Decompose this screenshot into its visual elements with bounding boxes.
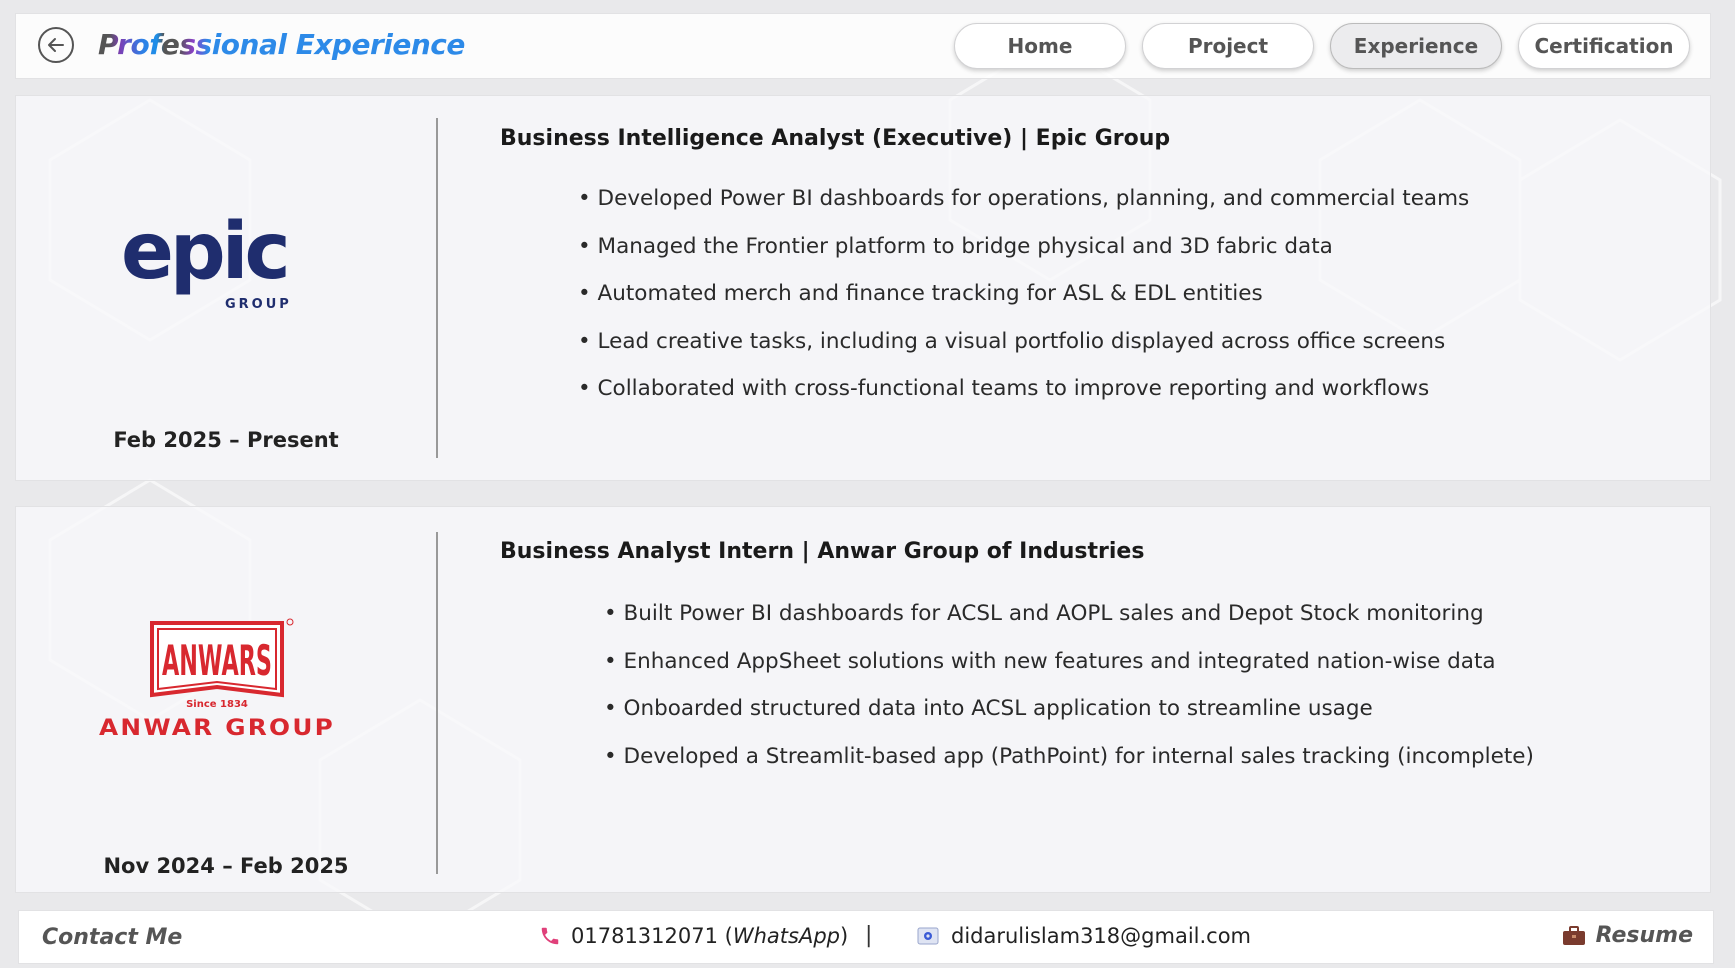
- contact-label: Contact Me: [42, 925, 183, 950]
- phone-icon: [541, 927, 559, 945]
- page-title: Professional Experience: [98, 28, 465, 61]
- list-item: Developed Power BI dashboards for operat…: [578, 184, 1470, 232]
- email-contact[interactable]: didarulislam318@gmail.com: [917, 924, 1251, 948]
- divider: [436, 118, 438, 458]
- responsibility-list: Built Power BI dashboards for ACSL and A…: [604, 599, 1534, 789]
- svg-text:ANWARS: ANWARS: [162, 636, 272, 685]
- nav-project-button[interactable]: Project: [1142, 23, 1314, 69]
- header-bar: Professional Experience Home Project Exp…: [15, 13, 1711, 79]
- phone-note: WhatsApp: [732, 924, 841, 948]
- separator: |: [865, 923, 873, 948]
- resume-label: Resume: [1595, 923, 1693, 948]
- experience-date: Nov 2024 – Feb 2025: [103, 854, 349, 878]
- contact-footer: Contact Me 01781312071 (WhatsApp) | dida…: [18, 910, 1714, 964]
- phone-number: 01781312071: [571, 924, 718, 948]
- experience-card-anwar: ANWARS Since 1834 ANWAR GROUP Nov 2024 –…: [15, 506, 1711, 893]
- phone-contact[interactable]: 01781312071 (WhatsApp): [539, 924, 848, 948]
- list-item: Enhanced AppSheet solutions with new fea…: [604, 647, 1534, 695]
- job-title: Business Analyst Intern | Anwar Group of…: [500, 539, 1145, 564]
- responsibility-list: Developed Power BI dashboards for operat…: [578, 184, 1470, 422]
- nav-home-button[interactable]: Home: [954, 23, 1126, 69]
- list-item: Collaborated with cross-functional teams…: [578, 374, 1469, 422]
- briefcase-icon: [1562, 925, 1585, 945]
- divider: [436, 532, 438, 874]
- email-icon: [917, 927, 939, 945]
- experience-card-epic: epic GROUP Feb 2025 – Present Business I…: [15, 95, 1711, 481]
- svg-text:ANWAR GROUP: ANWAR GROUP: [99, 716, 335, 741]
- nav-bar: Home Project Experience Certification: [954, 23, 1690, 69]
- job-title: Business Intelligence Analyst (Executive…: [500, 126, 1171, 151]
- email-address: didarulislam318@gmail.com: [951, 924, 1252, 948]
- svg-text:Since 1834: Since 1834: [186, 699, 248, 710]
- svg-text:epic: epic: [121, 216, 287, 297]
- list-item: Onboarded structured data into ACSL appl…: [604, 694, 1534, 742]
- anwar-group-logo: ANWARS Since 1834 ANWAR GROUP: [92, 617, 342, 751]
- experience-date: Feb 2025 – Present: [113, 428, 339, 452]
- list-item: Lead creative tasks, including a visual …: [578, 327, 1469, 375]
- resume-button[interactable]: Resume: [1562, 923, 1693, 948]
- nav-certification-button[interactable]: Certification: [1518, 23, 1690, 69]
- list-item: Built Power BI dashboards for ACSL and A…: [604, 599, 1534, 647]
- arrow-left-circle-icon: [48, 38, 64, 52]
- nav-experience-button[interactable]: Experience: [1330, 23, 1502, 69]
- list-item: Automated merch and finance tracking for…: [578, 279, 1469, 327]
- back-button[interactable]: [38, 27, 74, 63]
- list-item: Managed the Frontier platform to bridge …: [578, 232, 1469, 280]
- svg-text:GROUP: GROUP: [225, 297, 292, 312]
- list-item: Developed a Streamlit-based app (PathPoi…: [604, 742, 1534, 790]
- epic-group-logo: epic GROUP: [121, 207, 321, 320]
